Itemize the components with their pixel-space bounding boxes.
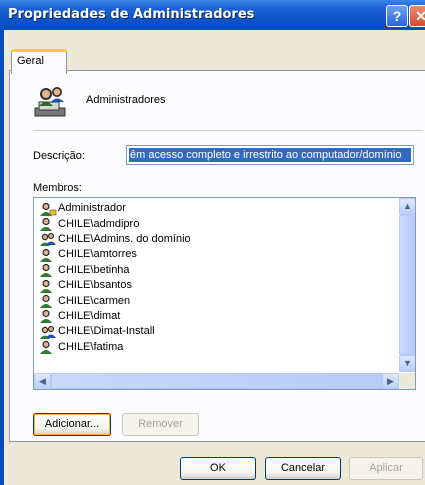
horizontal-scrollbar[interactable]: ◀ ▶ xyxy=(34,373,399,389)
help-icon[interactable]: ? xyxy=(386,5,408,27)
window-title: Propriedades de Administradores xyxy=(8,7,255,22)
group-icon xyxy=(40,233,56,247)
cancel-button[interactable]: Cancelar xyxy=(265,457,341,480)
description-value: êm acesso completo e irrestrito ao compu… xyxy=(129,148,411,162)
apply-button[interactable]: Aplicar xyxy=(349,457,423,480)
scroll-up-icon[interactable]: ▲ xyxy=(399,198,415,215)
list-item[interactable]: CHILE\fatima xyxy=(39,340,191,355)
window-border xyxy=(0,30,4,485)
ok-button[interactable]: OK xyxy=(180,457,256,480)
members-label: Membros: xyxy=(33,182,82,194)
member-name: CHILE\betinha xyxy=(58,263,130,276)
description-field[interactable]: êm acesso completo e irrestrito ao compu… xyxy=(126,145,414,165)
user-icon xyxy=(40,264,52,278)
member-name: CHILE\Dimat-Install xyxy=(58,325,155,338)
list-item[interactable]: CHILE\carmen xyxy=(39,293,191,309)
user-icon xyxy=(40,202,57,216)
horizontal-scroll-thumb[interactable] xyxy=(51,373,383,389)
member-name: CHILE\amtorres xyxy=(58,248,137,261)
scroll-corner xyxy=(399,373,415,389)
description-label: Descrição: xyxy=(33,150,85,162)
list-item[interactable]: CHILE\Dimat-Install xyxy=(39,324,191,339)
list-item[interactable]: CHILE\dimat xyxy=(39,309,191,324)
vertical-scrollbar[interactable]: ▲ ▼ xyxy=(399,198,415,372)
tab-geral[interactable]: Geral xyxy=(11,49,67,74)
scroll-down-icon[interactable]: ▼ xyxy=(399,355,415,372)
remove-button[interactable]: Remover xyxy=(122,413,199,436)
group-icon xyxy=(40,325,56,339)
member-name: CHILE\fatima xyxy=(58,340,124,353)
user-icon xyxy=(40,248,52,262)
scroll-right-icon[interactable]: ▶ xyxy=(382,373,399,389)
tab-label: Geral xyxy=(17,55,44,67)
member-name: CHILE\carmen xyxy=(58,294,131,307)
member-name: CHILE\Admins. do domínio xyxy=(58,232,191,245)
list-item[interactable]: CHILE\betinha xyxy=(39,263,191,278)
separator xyxy=(33,130,423,131)
group-users-icon xyxy=(34,87,66,117)
close-icon[interactable]: ✕ xyxy=(409,5,425,27)
member-name: CHILE\admdipro xyxy=(58,217,140,230)
user-icon xyxy=(40,341,52,355)
member-name: CHILE\bsantos xyxy=(58,279,132,292)
list-item[interactable]: CHILE\bsantos xyxy=(39,278,191,293)
list-item[interactable]: CHILE\Admins. do domínio xyxy=(39,232,191,247)
vertical-scroll-thumb[interactable] xyxy=(399,215,415,355)
members-list[interactable]: Administrador CHILE\admdipro CHILE\Admin… xyxy=(33,197,416,390)
list-item[interactable]: CHILE\admdipro xyxy=(39,216,191,232)
add-button[interactable]: Adicionar... xyxy=(33,413,111,436)
list-item[interactable]: Administrador xyxy=(39,201,191,216)
member-name: CHILE\dimat xyxy=(58,309,121,322)
list-item[interactable]: CHILE\amtorres xyxy=(39,247,191,262)
scroll-left-icon[interactable]: ◀ xyxy=(34,373,51,389)
title-bar[interactable]: Propriedades de Administradores ? ✕ xyxy=(0,0,425,30)
member-name: Administrador xyxy=(58,202,126,215)
user-icon xyxy=(40,294,52,309)
user-icon xyxy=(40,310,52,324)
user-icon xyxy=(40,279,52,293)
user-icon xyxy=(40,217,52,232)
group-name: Administradores xyxy=(86,94,166,106)
